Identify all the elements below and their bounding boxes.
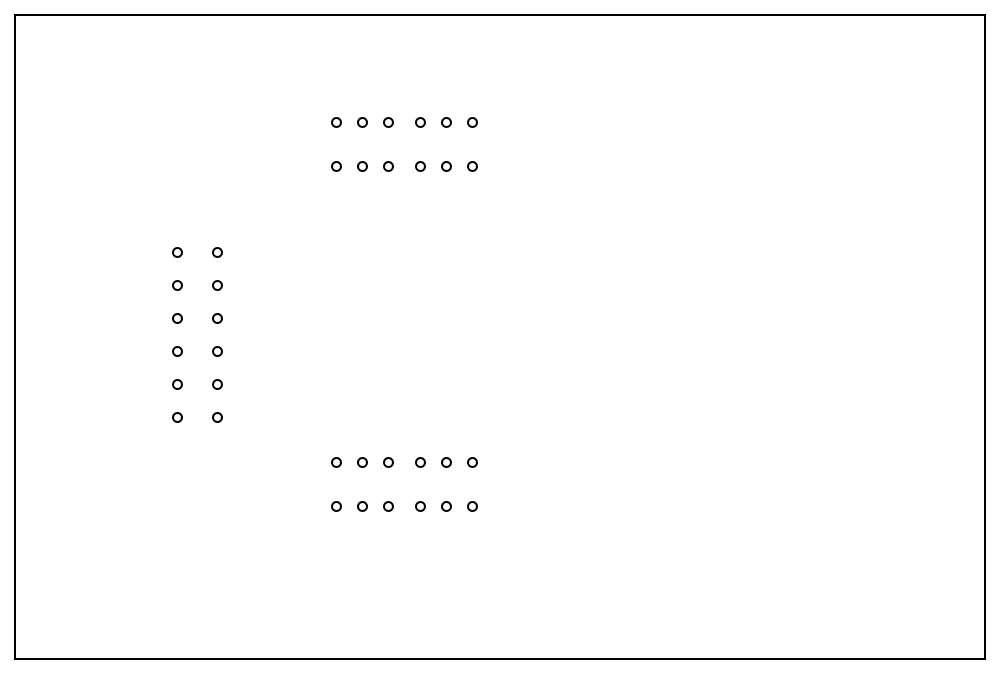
- top-block-dot: [357, 161, 368, 172]
- left-block-dot: [212, 412, 223, 423]
- top-block-dot: [415, 117, 426, 128]
- bottom-block-dot: [441, 457, 452, 468]
- diagram-frame: [14, 14, 986, 660]
- bottom-block-dot: [415, 501, 426, 512]
- top-block-dot: [331, 117, 342, 128]
- left-block-dot: [172, 379, 183, 390]
- top-block-dot: [441, 161, 452, 172]
- bottom-block-dot: [357, 457, 368, 468]
- left-block-dot: [212, 313, 223, 324]
- left-block-dot: [172, 280, 183, 291]
- top-block-dot: [467, 161, 478, 172]
- bottom-block-dot: [383, 501, 394, 512]
- top-block-dot: [383, 161, 394, 172]
- left-block-dot: [212, 280, 223, 291]
- bottom-block-dot: [467, 501, 478, 512]
- top-block-dot: [357, 117, 368, 128]
- top-block-dot: [331, 161, 342, 172]
- bottom-block-dot: [357, 501, 368, 512]
- bottom-block-dot: [467, 457, 478, 468]
- bottom-block-dot: [331, 501, 342, 512]
- top-block-dot: [383, 117, 394, 128]
- left-block-dot: [212, 379, 223, 390]
- bottom-block-dot: [383, 457, 394, 468]
- bottom-block-dot: [331, 457, 342, 468]
- top-block-dot: [415, 161, 426, 172]
- bottom-block-dot: [415, 457, 426, 468]
- left-block-dot: [172, 313, 183, 324]
- bottom-block-dot: [441, 501, 452, 512]
- left-block-dot: [172, 247, 183, 258]
- left-block-dot: [212, 346, 223, 357]
- left-block-dot: [172, 412, 183, 423]
- top-block-dot: [441, 117, 452, 128]
- top-block-dot: [467, 117, 478, 128]
- left-block-dot: [172, 346, 183, 357]
- left-block-dot: [212, 247, 223, 258]
